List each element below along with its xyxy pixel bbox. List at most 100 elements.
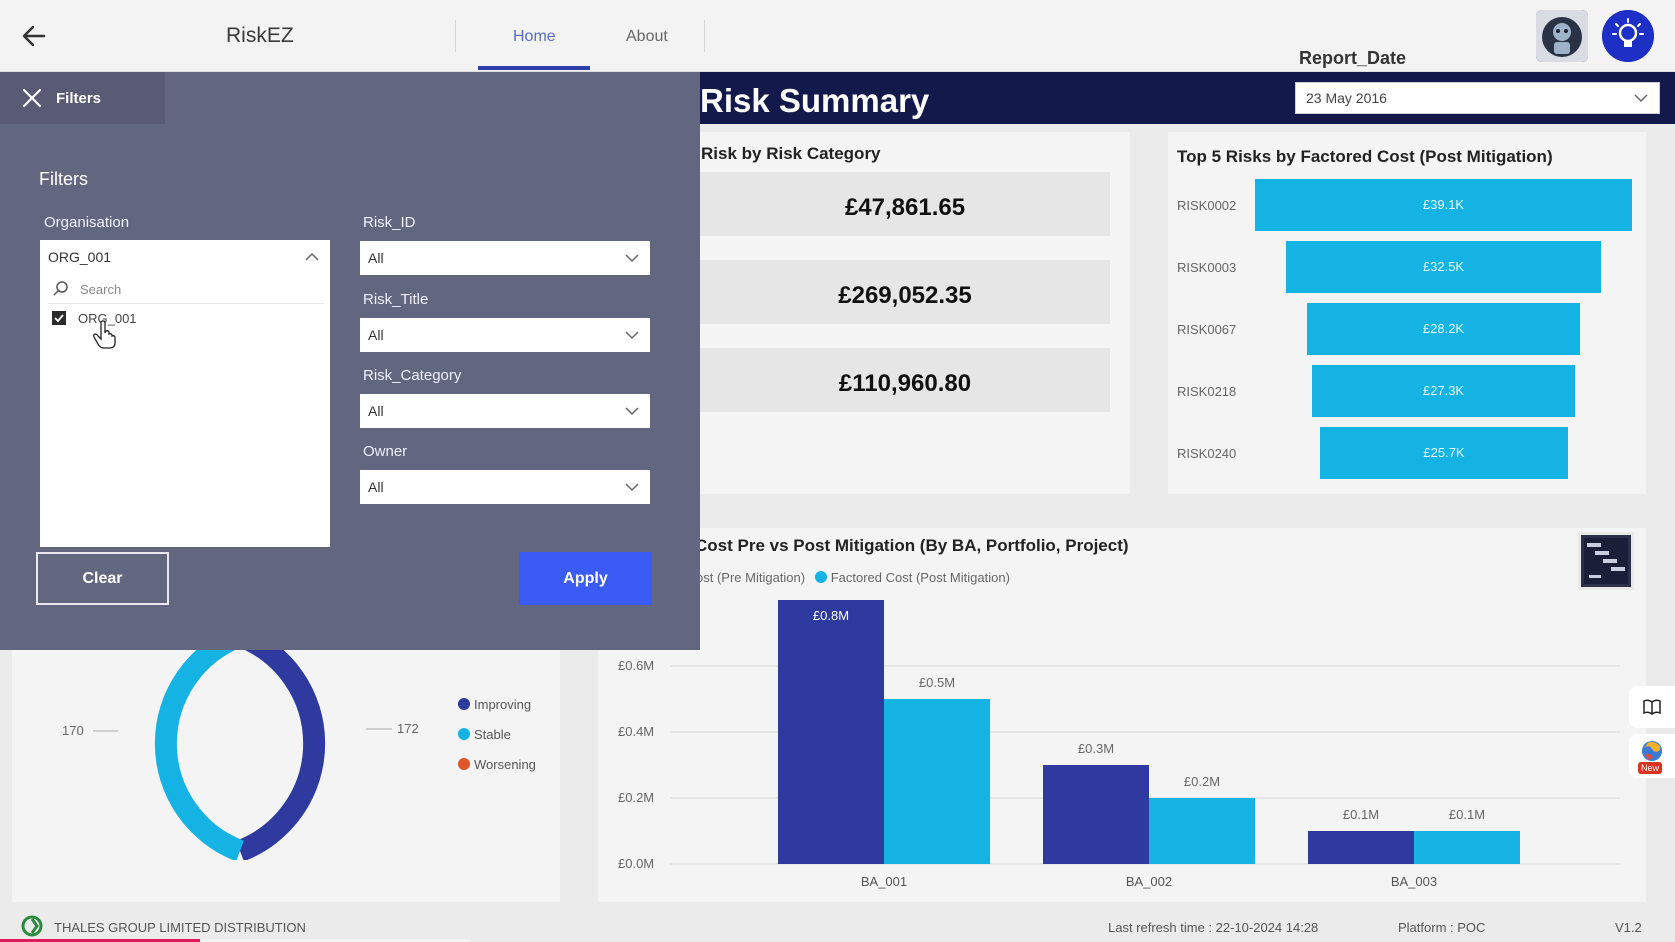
kpi-value: £269,052.35	[838, 282, 972, 309]
data-label: £0.8M	[813, 608, 849, 623]
report-date-value: 23 May 2016	[1306, 90, 1387, 106]
data-label: £0.5M	[919, 675, 955, 690]
clear-button[interactable]: Clear	[36, 552, 169, 605]
legend-item-improving[interactable]: Improving	[458, 690, 536, 720]
owner-value: All	[368, 479, 384, 495]
bar-post-mitigation[interactable]	[1414, 831, 1520, 864]
trend-legend: Improving Stable Worsening	[458, 690, 536, 780]
active-tab-indicator	[478, 66, 590, 70]
lightbulb-icon[interactable]	[1602, 10, 1654, 62]
bar-pre-mitigation[interactable]	[1043, 765, 1149, 864]
funnel-bar[interactable]: £27.3K	[1312, 365, 1575, 417]
apply-button[interactable]: Apply	[519, 552, 652, 605]
x-tick-label: BA_002	[1126, 874, 1172, 889]
risk-id-value: All	[368, 250, 384, 266]
chevron-down-icon	[625, 407, 639, 416]
report-date-dropdown[interactable]: 23 May 2016	[1295, 82, 1660, 114]
search-icon	[53, 281, 68, 296]
new-badge: New	[1638, 762, 1663, 774]
risk-id-label: RISK0240	[1177, 446, 1237, 461]
legend-label: ost (Pre Mitigation)	[696, 570, 806, 585]
chevron-down-icon	[625, 331, 639, 340]
organisation-dropdown-open: ORG_001 Search ORG_001	[40, 240, 330, 547]
bar-pre-mitigation[interactable]	[778, 600, 884, 864]
tab-about[interactable]: About	[626, 28, 668, 46]
chevron-up-icon	[305, 252, 319, 261]
funnel-bar[interactable]: £28.2K	[1307, 303, 1580, 355]
hand-cursor-icon	[93, 320, 116, 349]
risk-id-label: Risk_ID	[363, 214, 416, 231]
donut-label-right: 172	[397, 721, 419, 736]
legend-swatch	[458, 698, 470, 710]
top-bar: RiskEZ Home About Report_Date	[0, 0, 1675, 72]
footer: THALES GROUP LIMITED DISTRIBUTION Last r…	[0, 912, 1675, 942]
funnel-bar[interactable]: £25.7K	[1320, 427, 1568, 479]
kpi-box: £47,861.65	[700, 172, 1110, 236]
kpi-box: £110,960.80	[700, 348, 1110, 412]
funnel-bar[interactable]: £39.1K	[1255, 179, 1632, 231]
risk-title-dropdown[interactable]: All	[360, 318, 650, 352]
donut-segment-stable[interactable]	[154, 630, 245, 860]
bar-pre-mitigation[interactable]	[1308, 831, 1414, 864]
bar-post-mitigation[interactable]	[1149, 798, 1255, 864]
top5-risks-card: Top 5 Risks by Factored Cost (Post Mitig…	[1168, 132, 1646, 494]
organisation-value: ORG_001	[48, 249, 112, 265]
legend-label: Factored Cost (Post Mitigation)	[830, 570, 1010, 585]
org-search-box[interactable]: Search	[48, 274, 324, 304]
risk-id-dropdown[interactable]: All	[360, 241, 650, 275]
tab-home[interactable]: Home	[513, 28, 556, 46]
cost-chart-title: Cost Pre vs Post Mitigation (By BA, Port…	[695, 536, 1129, 555]
owner-label: Owner	[363, 443, 408, 460]
globe-icon	[1642, 741, 1662, 761]
legend-swatch	[814, 571, 827, 583]
risk-category-label: Risk_Category	[363, 367, 462, 384]
legend-item-stable[interactable]: Stable	[458, 720, 536, 750]
risk-title-value: All	[368, 327, 384, 343]
risk-category-dropdown[interactable]: All	[360, 394, 650, 428]
chevron-down-icon	[1634, 94, 1648, 103]
platform-text: Platform : POC	[1398, 920, 1486, 935]
organisation-select[interactable]: ORG_001	[40, 240, 330, 274]
owner-dropdown[interactable]: All	[360, 470, 650, 504]
reader-mode-button[interactable]	[1629, 686, 1675, 728]
kpi-value: £47,861.65	[844, 194, 966, 221]
risk-id-label: RISK0218	[1177, 384, 1237, 399]
risk-id-label: RISK0003	[1177, 260, 1237, 275]
drill-through-icon[interactable]	[1578, 532, 1634, 590]
funnel-bar[interactable]: £32.5K	[1286, 241, 1601, 293]
risk-category-value: All	[368, 403, 384, 419]
robot-avatar-icon[interactable]	[1536, 10, 1588, 62]
org-option-item[interactable]: ORG_001	[52, 308, 312, 330]
donut-label-left: 170	[62, 723, 84, 738]
version-text: V1.2	[1615, 920, 1642, 935]
data-label: £0.2M	[1184, 774, 1220, 789]
filter-tab-label: Filters	[56, 90, 102, 107]
y-tick-label: £0.4M	[618, 724, 654, 739]
whats-new-button[interactable]: New	[1629, 734, 1675, 778]
risk-title-label: Risk_Title	[363, 291, 429, 308]
legend-label: Stable	[474, 727, 511, 742]
chart-legend: ost (Pre Mitigation) Factored Cost (Post…	[696, 570, 1010, 585]
y-tick-label: £0.6M	[618, 658, 654, 673]
back-arrow-icon[interactable]	[18, 20, 50, 52]
book-icon	[1643, 699, 1661, 715]
legend-label: Worsening	[474, 757, 536, 772]
cost-bar-chart: £0.0M £0.2M £0.4M £0.6M £0.8M £0.5M BA_001 £0.3…	[618, 600, 1620, 889]
organisation-label: Organisation	[44, 214, 130, 231]
search-placeholder: Search	[80, 282, 122, 297]
checkbox-checked[interactable]	[52, 311, 66, 325]
x-tick-label: BA_001	[861, 874, 907, 889]
bar-post-mitigation[interactable]	[884, 699, 990, 864]
risk-id-label: RISK0067	[1177, 322, 1237, 337]
app-title: RiskEZ	[226, 24, 294, 47]
donut-segment-improving[interactable]	[235, 630, 326, 860]
close-icon[interactable]	[20, 86, 44, 110]
risk-by-category-title: Risk by Risk Category	[701, 144, 881, 163]
risk-id-label: RISK0002	[1177, 198, 1237, 213]
app-window: RiskEZ Home About Report_Date Risk Summa…	[0, 0, 1675, 942]
data-label: £0.1M	[1343, 807, 1379, 822]
legend-item-worsening[interactable]: Worsening	[458, 750, 536, 780]
legend-swatch	[458, 728, 470, 740]
legend-swatch	[458, 758, 470, 770]
company-logo-icon	[21, 915, 43, 937]
